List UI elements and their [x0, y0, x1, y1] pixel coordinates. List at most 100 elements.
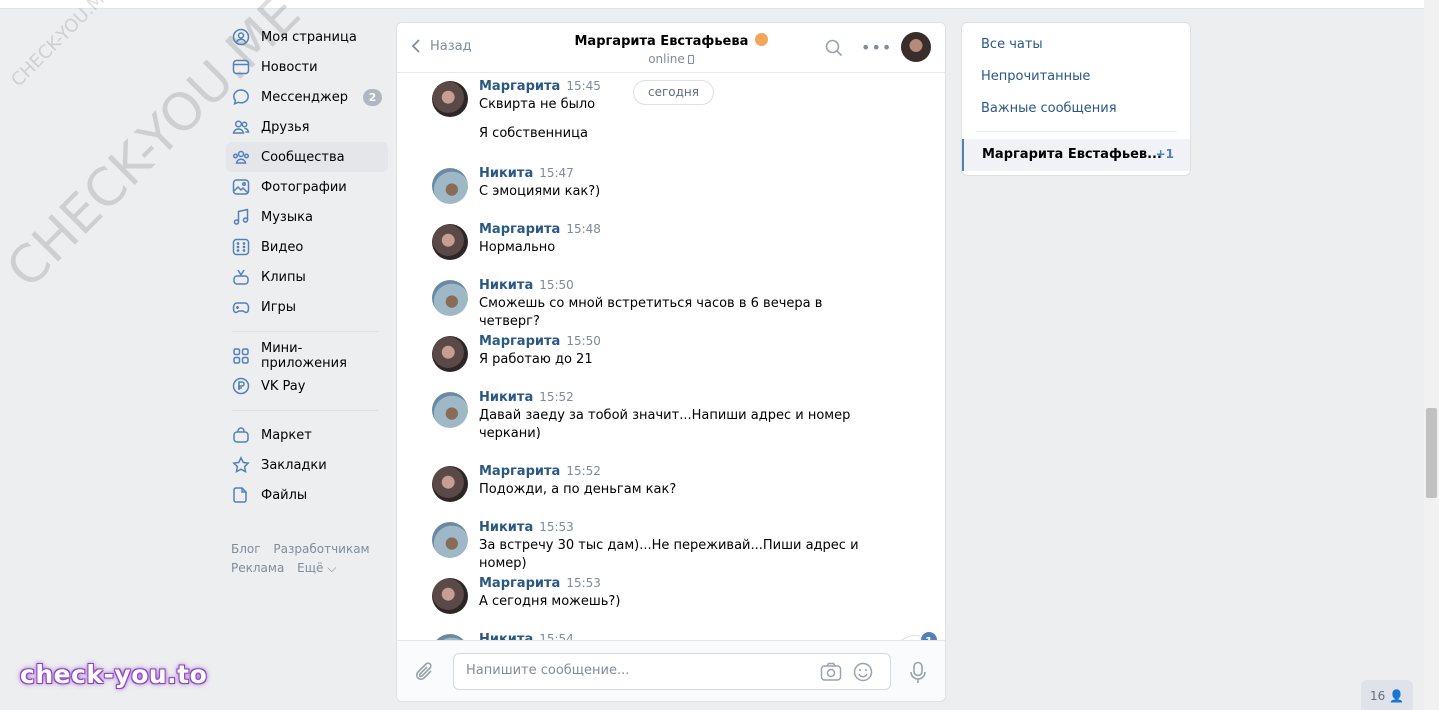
nav-label: VK Pay [261, 378, 306, 394]
message-text: Подожди, а по деньгам как? [479, 482, 677, 497]
watermark-brand: check-you.to [20, 660, 208, 689]
message-input-box[interactable] [453, 653, 891, 690]
online-count: 16 [1369, 689, 1386, 703]
nav-item-files[interactable]: Файлы [226, 480, 388, 510]
active-chat-item[interactable]: Маргарита Евстафьев... +1 [962, 139, 1190, 171]
nav-item-messenger[interactable]: Мессенджер 2 [226, 82, 388, 112]
author-avatar[interactable] [432, 578, 468, 614]
footer-link-developers[interactable]: Разработчикам [273, 542, 369, 556]
camera-icon[interactable] [820, 662, 842, 682]
microphone-icon[interactable] [909, 661, 927, 685]
message-time: 15:52 [566, 464, 601, 478]
message-icon [232, 88, 250, 106]
shopping-bag-icon [232, 426, 250, 444]
message-text: Нормально [479, 240, 556, 255]
message-author[interactable]: Никита [479, 520, 533, 535]
nav-item-news[interactable]: Новости [226, 52, 388, 82]
message-time: 15:54 [539, 632, 574, 640]
peer-avatar[interactable] [901, 32, 931, 62]
message-author[interactable]: Никита [479, 278, 533, 293]
peer-name: Маргарита Евстафьева [574, 34, 749, 49]
search-icon[interactable] [825, 39, 843, 57]
person-icon: 👤 [1389, 689, 1405, 703]
active-chat-name: Маргарита Евстафьев... [982, 147, 1162, 162]
online-friends-button[interactable]: 16 👤 [1361, 680, 1413, 710]
message-time: 15:47 [539, 166, 574, 180]
communities-icon [232, 148, 250, 166]
peer-status: online [648, 52, 685, 66]
nav-item-photos[interactable]: Фотографии [226, 172, 388, 202]
message-author[interactable]: Маргарита [479, 222, 560, 237]
nav-label: Клипы [261, 269, 306, 285]
author-avatar[interactable] [432, 168, 468, 204]
nav-item-communities[interactable]: Сообщества [226, 142, 388, 172]
nav-label: Файлы [261, 487, 308, 503]
message-time: 15:45 [566, 79, 601, 93]
nav-separator [232, 410, 378, 411]
message-text: За встречу 30 тыс дам)...Не переживай...… [479, 538, 859, 571]
unread-badge: 1 [919, 630, 939, 640]
nav-item-games[interactable]: Игры [226, 292, 388, 322]
footer-links: Блог Разработчикам Реклама Ещё ⌵ [226, 540, 388, 578]
nav-label: Фотографии [261, 179, 347, 195]
footer-link-more[interactable]: Ещё ⌵ [297, 561, 336, 575]
tiger-emoji-icon [754, 33, 768, 46]
author-avatar[interactable] [432, 280, 468, 316]
nav-label: Видео [261, 239, 304, 255]
message-text: Сможешь со мной встретиться часов в 6 ве… [479, 296, 823, 329]
message-author[interactable]: Маргарита [479, 464, 560, 479]
watermark-small: CHECK-YOU.ME [7, 0, 117, 92]
message-history[interactable]: сегодня Я собственница Маргарита 15:45 Скв… [397, 74, 945, 640]
nav-item-music[interactable]: Музыка [226, 202, 388, 232]
nav-label: Мини-приложения [261, 341, 347, 371]
nav-item-clips[interactable]: Клипы [226, 262, 388, 292]
message-text: Я работаю до 21 [479, 352, 593, 367]
folders-separator [976, 131, 1177, 132]
author-avatar[interactable] [432, 81, 468, 117]
nav-label: Мессенджер [261, 89, 348, 105]
author-avatar[interactable] [432, 336, 468, 372]
smile-icon[interactable] [853, 662, 873, 682]
message-author[interactable]: Никита [479, 632, 533, 640]
author-avatar[interactable] [432, 522, 468, 558]
message-time: 15:50 [539, 278, 574, 292]
author-avatar[interactable] [432, 224, 468, 260]
footer-link-ads[interactable]: Реклама [231, 561, 284, 575]
nav-label: Игры [261, 299, 297, 315]
message-text: Давай заеду за тобой значит...Напиши адр… [479, 408, 851, 441]
nav-item-friends[interactable]: Друзья [226, 112, 388, 142]
author-avatar[interactable] [432, 392, 468, 428]
nav-item-bookmarks[interactable]: Закладки [226, 450, 388, 480]
nav-label: Моя страница [261, 29, 357, 45]
nav-item-market[interactable]: Маркет [226, 420, 388, 450]
scrollbar-thumb[interactable] [1426, 408, 1437, 498]
message-author[interactable]: Маргарита [479, 79, 560, 94]
author-avatar[interactable] [432, 466, 468, 502]
message-time: 15:53 [566, 576, 601, 590]
message-author[interactable]: Маргарита [479, 576, 560, 591]
chat-folders-panel: Все чаты Непрочитанные Важные сообщения … [961, 22, 1191, 176]
message-time: 15:53 [539, 520, 574, 534]
paperclip-icon[interactable] [415, 661, 435, 683]
messenger-badge: 2 [363, 89, 382, 106]
nav-item-mini-apps[interactable]: Мини-приложения [226, 341, 388, 371]
message-author[interactable]: Никита [479, 390, 533, 405]
clips-icon [232, 268, 250, 286]
more-options-icon[interactable]: ••• [861, 40, 892, 56]
nav-item-vk-pay[interactable]: VK Pay [226, 371, 388, 401]
folder-unread[interactable]: Непрочитанные [981, 69, 1090, 84]
message-time: 15:50 [566, 334, 601, 348]
nav-label: Закладки [261, 457, 327, 473]
footer-link-blog[interactable]: Блог [231, 542, 261, 556]
folder-all-chats[interactable]: Все чаты [981, 37, 1043, 52]
folder-important[interactable]: Важные сообщения [981, 101, 1117, 116]
page-scrollbar[interactable] [1424, 0, 1439, 710]
message-author[interactable]: Никита [479, 166, 533, 181]
message-input[interactable] [466, 663, 806, 678]
message-author[interactable]: Маргарита [479, 334, 560, 349]
message-composer [397, 640, 945, 701]
nav-item-video[interactable]: Видео [226, 232, 388, 262]
message-text: А сегодня можешь?) [479, 594, 621, 609]
nav-item-my-page[interactable]: Моя страница [226, 22, 388, 52]
message-time: 15:48 [566, 222, 601, 236]
